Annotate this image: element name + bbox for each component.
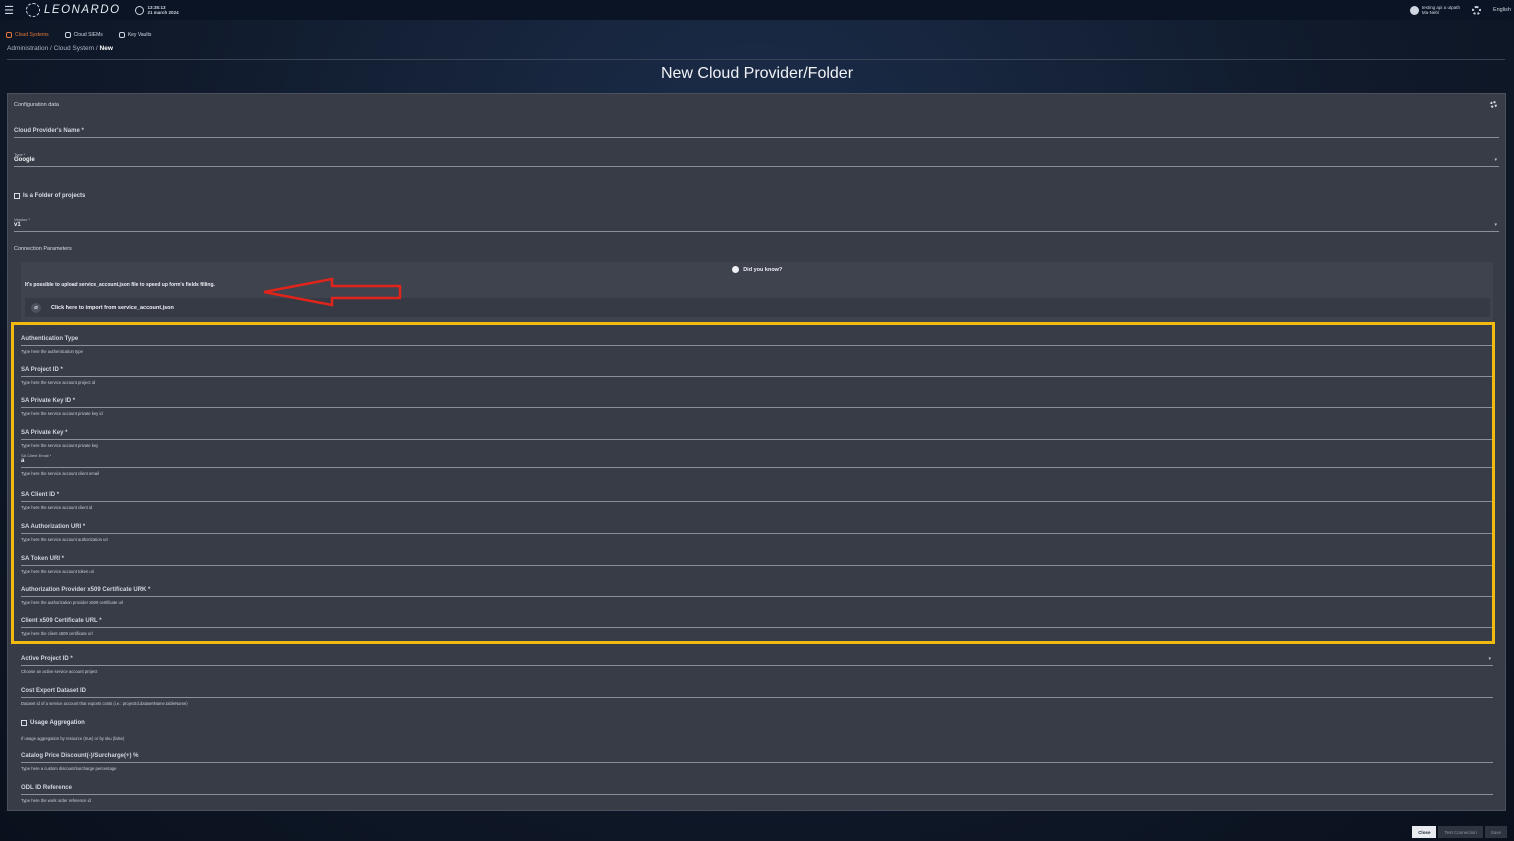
did-you-know-title: Did you know?: [21, 266, 1493, 273]
type-select[interactable]: Type * Google ▾: [14, 152, 1499, 167]
cloud-icon: [6, 32, 12, 38]
chevron-down-icon: ▾: [1494, 157, 1497, 163]
field-hint: Choose an active service account project: [21, 669, 98, 674]
field-label: Cost Export Dataset ID: [21, 688, 87, 694]
user-info[interactable]: testing api a utpath Ma-Nebl: [1422, 5, 1460, 16]
odl-id-field[interactable]: ODL ID Reference Type here the work orde…: [21, 785, 1493, 803]
cost-export-field[interactable]: Cost Export Dataset ID Dataset id of a s…: [21, 688, 1493, 706]
tab-cloud-siems[interactable]: Cloud SIEMs: [64, 32, 103, 38]
catalog-price-field[interactable]: Catalog Price Discount(-)/Surcharge(+) %…: [21, 753, 1493, 771]
field-underline: [14, 231, 1499, 232]
gear-icon[interactable]: [1490, 101, 1497, 108]
connection-parameters-title: Connection Parameters: [14, 246, 72, 252]
info-text: It's possible to upload service_account.…: [25, 282, 215, 288]
chevron-down-icon: ▾: [1488, 656, 1491, 662]
user-org: Ma-Nebl: [1421, 10, 1439, 15]
folder-checkbox[interactable]: Is a Folder of projects: [14, 193, 85, 199]
field-underline: [21, 762, 1493, 763]
footer-actions: Close Test Connection Save: [1410, 826, 1507, 838]
breadcrumb-separator: /: [95, 45, 98, 52]
import-json-button[interactable]: ⌀ Click here to import from service_acco…: [25, 298, 1490, 317]
shield-icon: [64, 32, 71, 38]
field-underline: [14, 137, 1499, 138]
field-hint: Dataset id of a service account that exp…: [21, 701, 188, 706]
breadcrumb-current: New: [99, 45, 113, 52]
checkbox-icon[interactable]: [14, 193, 20, 199]
question-icon: [731, 266, 739, 273]
field-value: Google: [14, 157, 35, 163]
field-label: Cloud Provider's Name *: [14, 128, 84, 134]
settings-icon[interactable]: [1471, 5, 1481, 15]
top-bar: ☰ LEONARDO 13:35:13 21 march 2024 testin…: [0, 0, 1514, 20]
field-label: Catalog Price Discount(-)/Surcharge(+) %: [21, 753, 139, 759]
checkbox-label: Usage Aggregation: [30, 720, 85, 726]
language-selector[interactable]: English: [1493, 7, 1511, 13]
app-name: LEONARDO: [44, 4, 121, 16]
highlight-box: [11, 322, 1495, 644]
tab-label: Cloud Systems: [15, 32, 49, 38]
paperclip-icon[interactable]: ⌀: [31, 302, 41, 313]
breadcrumb-separator: /: [50, 45, 52, 52]
field-underline: [21, 697, 1493, 698]
did-you-know-box: Did you know? It's possible to upload se…: [21, 262, 1493, 323]
breadcrumb-item[interactable]: Cloud System: [54, 45, 94, 52]
tab-label: Key Vaults: [127, 32, 152, 38]
page-title: New Cloud Provider/Folder: [660, 65, 854, 82]
save-button[interactable]: Save: [1484, 826, 1507, 838]
tab-cloud-systems[interactable]: Cloud Systems: [6, 32, 49, 38]
close-button[interactable]: Close: [1412, 826, 1437, 838]
app-logo[interactable]: LEONARDO: [26, 3, 121, 17]
menu-icon[interactable]: ☰: [0, 0, 18, 20]
import-label: Click here to import from service_accoun…: [51, 304, 174, 311]
clock-date: 21 march 2024: [147, 10, 179, 15]
clock: 13:35:13 21 march 2024: [134, 5, 179, 16]
key-icon: [118, 32, 125, 38]
checkbox-icon[interactable]: [21, 720, 27, 726]
provider-name-field[interactable]: Cloud Provider's Name *: [14, 128, 1499, 138]
field-hint: Type here a custom discount/surcharge pe…: [21, 766, 117, 771]
section-title: Configuration data: [14, 102, 59, 108]
leonardo-logo-icon: [26, 3, 40, 17]
version-select[interactable]: Version * v1 ▾: [14, 217, 1499, 232]
tab-key-vaults[interactable]: Key Vaults: [118, 32, 152, 38]
checkbox-label: Is a Folder of projects: [23, 193, 86, 199]
breadcrumb-item[interactable]: Administration: [7, 45, 48, 52]
field-hint: If usage aggregation by resource (true) …: [21, 736, 125, 741]
active-project-select[interactable]: Active Project ID * ▾ Choose an active s…: [21, 656, 1493, 674]
breadcrumb: Administration / Cloud System / New: [7, 45, 113, 52]
red-arrow-annotation: [263, 277, 402, 307]
user-icon[interactable]: [1409, 5, 1419, 15]
field-underline: [21, 665, 1493, 666]
clock-icon: [134, 5, 144, 15]
chevron-down-icon: ▾: [1494, 222, 1497, 228]
nav-tabs: Cloud Systems Cloud SIEMs Key Vaults: [0, 28, 161, 42]
field-underline: [21, 794, 1493, 795]
field-hint: Type here the work order reference id: [21, 798, 91, 803]
field-underline: [14, 166, 1499, 167]
field-label: ODL ID Reference: [21, 785, 72, 791]
usage-aggregation-checkbox[interactable]: Usage Aggregation: [21, 720, 85, 726]
field-label: Active Project ID *: [21, 656, 73, 662]
tab-label: Cloud SIEMs: [73, 32, 103, 38]
did-you-know-label: Did you know?: [743, 266, 783, 273]
field-value: v1: [14, 222, 21, 228]
test-connection-button[interactable]: Test Connection: [1438, 826, 1483, 838]
divider: [7, 59, 1505, 60]
